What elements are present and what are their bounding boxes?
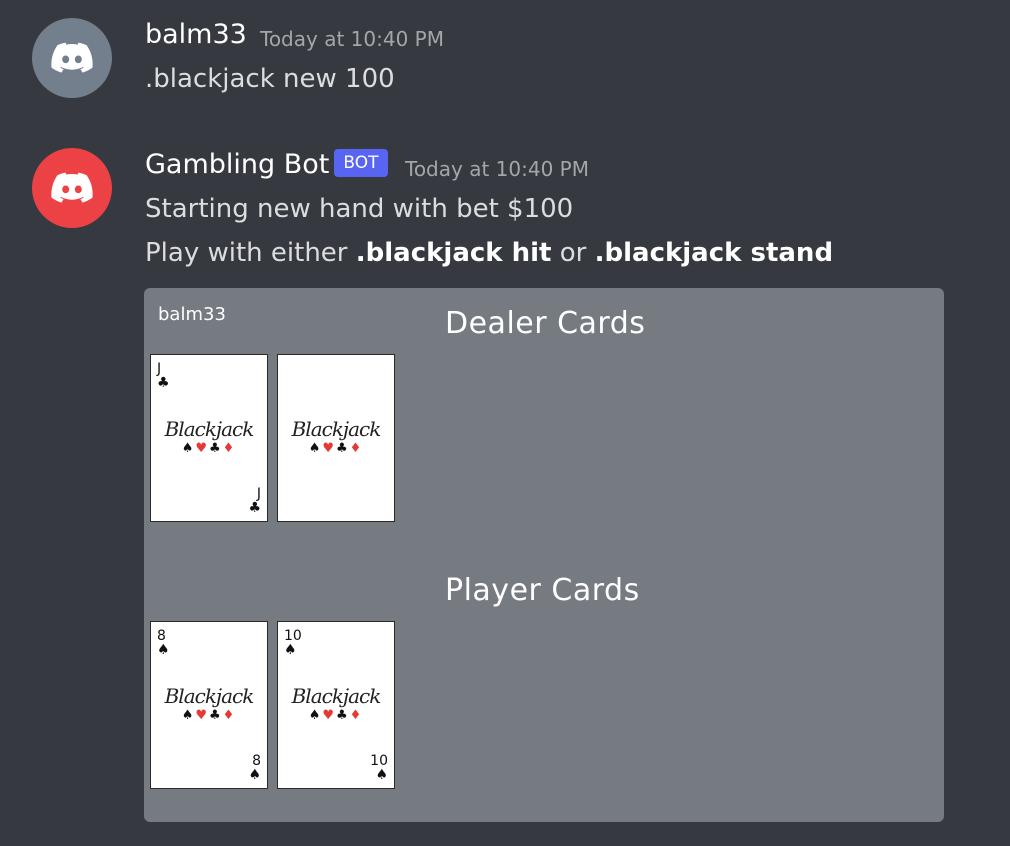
card-logo: Blackjack ♠♥♣♦ [278, 417, 394, 457]
club-icon: ♣ [248, 500, 261, 516]
hit-command: .blackjack hit [355, 238, 552, 268]
player-card: 8 ♠ Blackjack ♠♥♣♦ 8 ♠ [150, 621, 268, 789]
diamond-icon: ♦ [222, 708, 237, 723]
player-cards-title: Player Cards [445, 573, 640, 608]
diamond-icon: ♦ [222, 441, 237, 456]
message-content: .blackjack new 100 [145, 64, 395, 94]
stand-command: .blackjack stand [594, 238, 834, 268]
card-brand-text: Blackjack [164, 684, 255, 708]
spade-icon: ♠ [375, 767, 388, 783]
discord-logo-icon [51, 42, 93, 73]
card-rank: J [256, 486, 261, 502]
spade-icon: ♠ [157, 642, 170, 658]
card-rank: 8 [252, 753, 261, 769]
bot-badge: BOT [334, 149, 388, 177]
diamond-icon: ♦ [349, 441, 364, 456]
heart-icon: ♥ [322, 441, 336, 456]
message-timestamp: Today at 10:40 PM [260, 27, 444, 51]
card-rank: 10 [284, 628, 302, 644]
diamond-icon: ♦ [349, 708, 364, 723]
discord-logo-icon [51, 172, 93, 203]
spade-icon: ♠ [284, 642, 297, 658]
heart-icon: ♥ [322, 708, 336, 723]
card-brand-text: Blackjack [291, 417, 382, 441]
club-icon: ♣ [209, 441, 223, 456]
dealer-card: J ♣ Blackjack ♠♥♣♦ J ♣ [150, 354, 268, 522]
card-rank: 10 [370, 753, 388, 769]
user-avatar[interactable] [32, 18, 112, 98]
card-brand-text: Blackjack [291, 684, 382, 708]
card-logo: Blackjack ♠♥♣♦ [278, 684, 394, 724]
bot-username[interactable]: Gambling Bot [145, 149, 329, 180]
card-brand-text: Blackjack [164, 417, 255, 441]
card-rank: 8 [157, 628, 166, 644]
player-card: 10 ♠ Blackjack ♠♥♣♦ 10 ♠ [277, 621, 395, 789]
card-logo: Blackjack ♠♥♣♦ [151, 417, 267, 457]
club-icon: ♣ [336, 441, 350, 456]
instruction-prefix: Play with either [145, 238, 356, 268]
spade-icon: ♠ [181, 708, 196, 723]
message-username[interactable]: balm33 [145, 19, 247, 50]
spade-icon: ♠ [308, 708, 323, 723]
image-player-name: balm33 [158, 304, 226, 325]
blackjack-table-image[interactable]: balm33 Dealer Cards Player Cards J ♣ Blac… [144, 288, 944, 822]
bot-avatar[interactable] [32, 148, 112, 228]
club-icon: ♣ [209, 708, 223, 723]
instruction-or: or [551, 238, 595, 268]
spade-icon: ♠ [181, 441, 196, 456]
dealer-card-face-down: Blackjack ♠♥♣♦ [277, 354, 395, 522]
club-icon: ♣ [157, 375, 170, 391]
bot-message-line-2: Play with either .blackjack hit or .blac… [145, 238, 833, 268]
spade-icon: ♠ [308, 441, 323, 456]
bot-message-line-1: Starting new hand with bet $100 [145, 194, 574, 224]
card-logo: Blackjack ♠♥♣♦ [151, 684, 267, 724]
heart-icon: ♥ [195, 441, 209, 456]
card-rank: J [157, 361, 162, 377]
heart-icon: ♥ [195, 708, 209, 723]
chat-window: balm33 Today at 10:40 PM .blackjack new … [0, 0, 1010, 846]
dealer-cards-title: Dealer Cards [445, 306, 646, 341]
club-icon: ♣ [336, 708, 350, 723]
bot-message-timestamp: Today at 10:40 PM [405, 157, 589, 181]
spade-icon: ♠ [248, 767, 261, 783]
